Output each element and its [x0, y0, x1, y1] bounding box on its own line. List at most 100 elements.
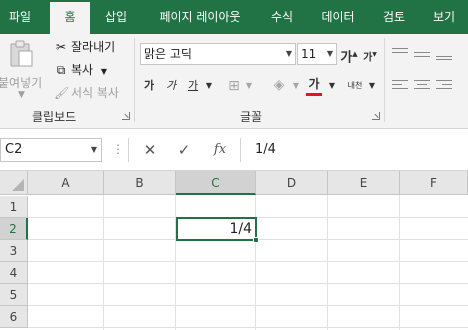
italic-button[interactable]: 가: [162, 76, 180, 96]
insert-function-icon[interactable]: fx: [206, 138, 234, 162]
font-launcher-icon[interactable]: [372, 112, 380, 120]
gridline: [327, 195, 328, 330]
tab-insert[interactable]: 삽입: [96, 0, 136, 34]
shrink-font-icon: 가: [363, 52, 373, 64]
font-name-select[interactable]: 맑은 고딕 ▼: [140, 43, 296, 65]
shrink-font-button[interactable]: 가▼: [362, 45, 378, 65]
row-header-6[interactable]: 6: [0, 306, 28, 328]
bold-icon: 가: [143, 79, 155, 92]
row-header-1[interactable]: 1: [0, 196, 28, 218]
cut-label: 잘라내기: [71, 40, 116, 54]
gridline: [28, 261, 468, 262]
clipboard-group-label: 클립보드: [32, 110, 77, 124]
fill-color-caret-icon[interactable]: ▼: [290, 76, 302, 96]
tab-formulas[interactable]: 수식: [262, 0, 302, 34]
font-size-value: 11: [301, 47, 317, 61]
formula-input-value: 1/4: [255, 142, 276, 157]
row-header-3[interactable]: 3: [0, 240, 28, 262]
grow-font-icon: 가: [340, 50, 353, 66]
clipboard-launcher-icon[interactable]: [122, 112, 130, 120]
ribbon-tab-bar: 파일 홈 삽입 페이지 레이아웃 수식 데이터 검토 보기: [0, 0, 468, 34]
select-all-corner[interactable]: [0, 171, 28, 195]
column-header-f[interactable]: F: [400, 171, 468, 195]
row-header-4[interactable]: 4: [0, 262, 28, 284]
tab-review[interactable]: 검토: [374, 0, 414, 34]
align-right-icon[interactable]: [436, 80, 452, 92]
tab-home[interactable]: 홈: [50, 2, 90, 34]
underline-button[interactable]: 가: [184, 76, 202, 96]
gridline: [255, 195, 256, 330]
tab-view[interactable]: 보기: [424, 0, 464, 34]
paste-button[interactable]: 붙여넣기 ▼: [0, 38, 46, 102]
bold-button[interactable]: 가: [140, 76, 158, 96]
column-header-d[interactable]: D: [256, 171, 328, 195]
underline-icon: 가: [187, 79, 199, 92]
ribbon: 붙여넣기 ▼ ✂ 잘라내기 ⧉ 복사 ▼ 🖌 서식 복사 클립보드 맑은 고딕 ▼ 1…: [0, 34, 468, 129]
row-header-5[interactable]: 5: [0, 284, 28, 306]
align-middle-icon[interactable]: [414, 48, 430, 60]
formula-bar-divider: [128, 138, 129, 162]
font-color-button[interactable]: 가: [304, 74, 324, 94]
align-bottom-icon[interactable]: [436, 48, 452, 60]
worksheet-grid[interactable]: A B C D E F 1 2 3 4 5 6 1/4: [0, 171, 468, 330]
format-painter-button[interactable]: 🖌 서식 복사: [54, 83, 119, 103]
cancel-icon[interactable]: ✕: [136, 138, 164, 162]
font-color-caret-icon[interactable]: ▼: [326, 76, 338, 96]
font-color-icon: 가: [308, 77, 320, 91]
cut-button[interactable]: ✂ 잘라내기: [54, 37, 115, 57]
gridline: [399, 195, 400, 330]
grow-font-button[interactable]: 가▲: [340, 44, 358, 66]
align-top-icon[interactable]: [392, 48, 408, 60]
underline-caret-icon[interactable]: ▼: [203, 76, 215, 96]
gridline: [28, 283, 468, 284]
tab-data[interactable]: 데이터: [312, 0, 364, 34]
align-left-icon[interactable]: [392, 80, 408, 92]
formula-bar-grip-icon[interactable]: ⋮: [112, 142, 124, 156]
name-box-caret-icon[interactable]: ▼: [87, 139, 101, 161]
gridline: [103, 195, 104, 330]
font-group-label: 글꼴: [240, 110, 263, 124]
gridline: [28, 327, 468, 328]
select-all-triangle-icon: [12, 179, 24, 191]
font-color-swatch: [306, 93, 322, 96]
fill-color-icon[interactable]: ◈: [270, 75, 288, 95]
borders-icon[interactable]: ⊞: [226, 76, 242, 96]
gridline: [28, 305, 468, 306]
font-size-caret-icon: ▼: [326, 49, 334, 58]
column-header-c[interactable]: C: [176, 171, 256, 195]
cell-value: 1/4: [229, 221, 252, 237]
copy-button[interactable]: ⧉ 복사 ▼: [54, 60, 107, 80]
column-header-e[interactable]: E: [328, 171, 400, 195]
format-painter-icon: 🖌: [54, 86, 70, 100]
tab-file[interactable]: 파일: [0, 0, 40, 34]
phonetic-button[interactable]: 내천: [344, 76, 366, 96]
copy-icon: ⧉: [56, 63, 66, 77]
enter-check-icon[interactable]: ✓: [170, 138, 198, 162]
phonetic-icon: 내천: [347, 81, 363, 90]
name-box-value: C2: [5, 142, 23, 157]
font-name-caret-icon: ▼: [285, 49, 293, 58]
font-size-select[interactable]: 11 ▼: [297, 43, 337, 65]
row-header-2[interactable]: 2: [0, 218, 28, 240]
formula-bar: C2 ▼ ⋮ ✕ ✓ fx 1/4: [0, 129, 468, 171]
italic-icon: 가: [165, 79, 177, 92]
formula-input[interactable]: 1/4: [240, 138, 468, 162]
copy-dropdown-caret-icon[interactable]: ▼: [101, 67, 107, 76]
paste-dropdown-caret-icon[interactable]: ▼: [18, 90, 25, 100]
copy-label: 복사: [71, 63, 94, 77]
name-box[interactable]: C2 ▼: [0, 138, 102, 162]
fill-handle[interactable]: [253, 237, 259, 243]
column-header-b[interactable]: B: [104, 171, 176, 195]
group-divider: [134, 38, 135, 122]
phonetic-caret-icon[interactable]: ▼: [366, 76, 378, 96]
column-header-a[interactable]: A: [28, 171, 104, 195]
paste-label: 붙여넣기: [0, 76, 43, 90]
active-cell-c2[interactable]: 1/4: [176, 217, 257, 241]
format-painter-label: 서식 복사: [71, 86, 119, 100]
font-name-value: 맑은 고딕: [144, 47, 192, 61]
borders-caret-icon[interactable]: ▼: [243, 76, 255, 96]
group-divider: [384, 38, 385, 122]
gridline: [175, 195, 176, 330]
align-center-icon[interactable]: [414, 80, 430, 92]
tab-page-layout[interactable]: 페이지 레이아웃: [148, 0, 252, 34]
